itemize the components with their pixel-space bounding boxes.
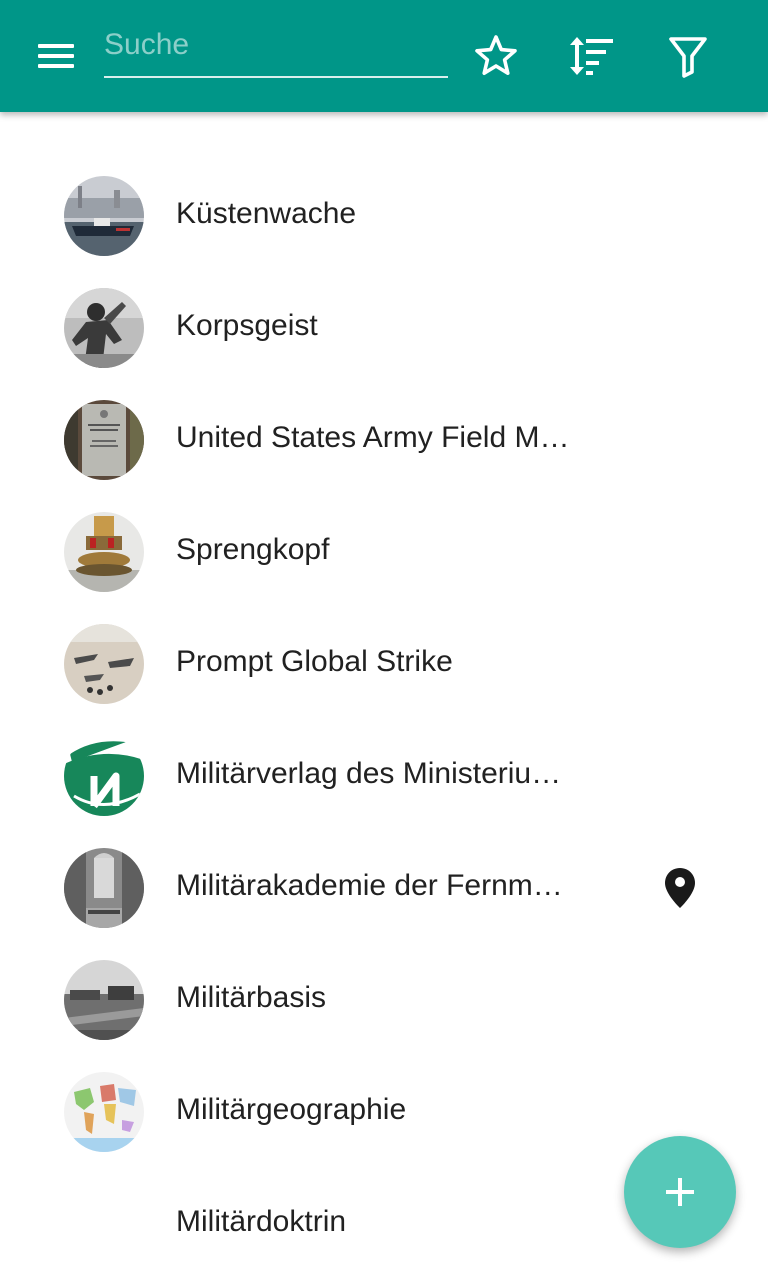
thumbnail <box>64 624 144 704</box>
menu-button[interactable] <box>24 32 88 80</box>
star-outline-icon <box>475 35 517 75</box>
list-item-label: Militärverlag des Ministeriu… <box>176 757 562 790</box>
list-item-label: Militärakademie der Fernm… <box>176 869 563 902</box>
list-item-label: Sprengkopf <box>176 533 330 566</box>
favorites-button[interactable] <box>468 28 524 84</box>
list-item-label: Militärbasis <box>176 981 327 1014</box>
thumbnail <box>64 1072 144 1152</box>
thumbnail <box>64 400 144 480</box>
thumbnail <box>64 736 144 816</box>
article-list: Küstenwache Korpsgeist United States Arm… <box>0 160 768 1280</box>
sort-button[interactable] <box>563 28 619 84</box>
list-item[interactable]: Küstenwache <box>0 160 768 272</box>
map-pin-icon <box>665 868 695 908</box>
list-item-label: Küstenwache <box>176 197 357 230</box>
add-button[interactable] <box>624 1136 736 1248</box>
list-item[interactable]: Prompt Global Strike <box>0 608 768 720</box>
thumbnail <box>64 288 144 368</box>
filter-icon <box>669 37 707 78</box>
list-item-label: Korpsgeist <box>176 309 318 342</box>
search-input[interactable] <box>104 20 448 78</box>
filter-button[interactable] <box>660 28 716 84</box>
search-field[interactable] <box>104 20 448 82</box>
list-item-label: Militärgeographie <box>176 1093 407 1126</box>
list-item[interactable]: Militärakademie der Fernm… <box>0 832 768 944</box>
thumbnail <box>64 512 144 592</box>
list-item[interactable]: Korpsgeist <box>0 272 768 384</box>
thumbnail <box>64 176 144 256</box>
thumbnail <box>64 960 144 1040</box>
app-bar <box>0 0 768 112</box>
sort-icon <box>570 37 613 75</box>
list-item-label: Prompt Global Strike <box>176 645 453 678</box>
list-item[interactable]: Militärverlag des Ministeriu… <box>0 720 768 832</box>
list-item-label: United States Army Field M… <box>176 421 570 454</box>
list-item[interactable]: United States Army Field M… <box>0 384 768 496</box>
thumbnail <box>64 848 144 928</box>
list-item[interactable]: Militärbasis <box>0 944 768 1056</box>
list-item-label: Militärdoktrin <box>176 1205 347 1238</box>
list-item[interactable]: Sprengkopf <box>0 496 768 608</box>
